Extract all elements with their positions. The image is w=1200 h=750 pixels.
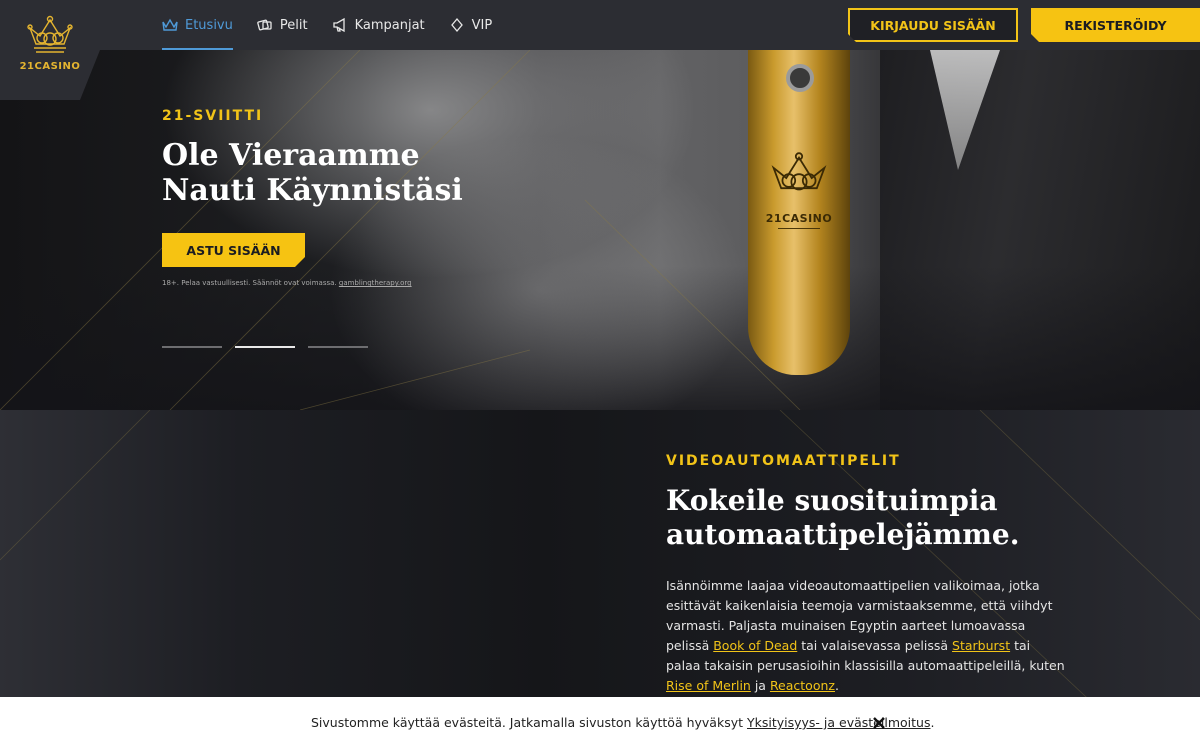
register-button[interactable]: REKISTERÖIDY bbox=[1031, 8, 1200, 42]
hero-title: Ole Vieraamme Nauti Käynnistäsi bbox=[162, 138, 582, 208]
nav-item-etusivu[interactable]: Etusivu bbox=[162, 0, 233, 50]
cookie-banner: Sivustomme käyttää evästeitä. Jatkamalla… bbox=[0, 697, 1200, 750]
logo-text: 21CASINO bbox=[19, 61, 81, 72]
section-kicker: VIDEOAUTOMAATTIPELIT bbox=[666, 453, 901, 469]
slide-indicator-3[interactable] bbox=[308, 346, 368, 348]
nav-label: Pelit bbox=[279, 17, 308, 33]
privacy-notice-link[interactable]: Yksityisyys- ja evästeilmoitus bbox=[747, 715, 930, 730]
section-body: Isännöimme laajaa videoautomaattipelien … bbox=[666, 578, 1065, 693]
disclaimer-text: 18+. Pelaa vastuullisesti. Säännöt ovat … bbox=[162, 279, 339, 287]
starburst-link[interactable]: Starburst bbox=[952, 638, 1010, 653]
section-title-line: Kokeile suosituimpia bbox=[666, 484, 998, 517]
nav-label: Etusivu bbox=[185, 17, 233, 33]
crown-logo-icon bbox=[27, 15, 73, 53]
slide-indicators bbox=[162, 346, 381, 348]
nav-item-vip[interactable]: VIP bbox=[449, 0, 493, 50]
nav-label: Kampanjat bbox=[354, 17, 425, 33]
section-title: Kokeile suosituimpia automaattipelejämme… bbox=[666, 484, 1086, 552]
enter-button[interactable]: ASTU SISÄÄN bbox=[162, 233, 305, 267]
reactoonz-link[interactable]: Reactoonz bbox=[770, 678, 835, 693]
nav-label: VIP bbox=[471, 17, 493, 33]
megaphone-icon bbox=[332, 17, 345, 33]
close-icon[interactable] bbox=[871, 715, 887, 731]
crown-icon bbox=[162, 18, 178, 31]
section-title-line: automaattipelejämme. bbox=[666, 518, 1020, 551]
rise-of-merlin-link[interactable]: Rise of Merlin bbox=[666, 678, 751, 693]
cards-icon bbox=[257, 19, 272, 31]
nav-item-pelit[interactable]: Pelit bbox=[257, 0, 308, 50]
hero-banner: 21CASINO 21-SVIITTI Ole Vieraamme Nauti … bbox=[0, 50, 1200, 410]
hero-title-line: Nauti Käynnistäsi bbox=[162, 173, 463, 208]
book-of-dead-link[interactable]: Book of Dead bbox=[713, 638, 797, 653]
logo[interactable]: 21CASINO bbox=[0, 0, 100, 100]
nav-item-kampanjat[interactable]: Kampanjat bbox=[332, 0, 425, 50]
slide-indicator-1[interactable] bbox=[162, 346, 222, 348]
cookie-text: Sivustomme käyttää evästeitä. Jatkamalla… bbox=[311, 715, 935, 730]
decorative-lines bbox=[0, 50, 801, 410]
top-header: Etusivu Pelit Kampanjat VIP KIRJAUDU SIS… bbox=[0, 0, 1200, 50]
hero-title-line: Ole Vieraamme bbox=[162, 138, 420, 173]
diamond-icon bbox=[450, 17, 463, 33]
hero-kicker: 21-SVIITTI bbox=[162, 108, 264, 124]
slide-indicator-2[interactable] bbox=[235, 346, 295, 348]
gamblingtherapy-link[interactable]: gamblingtherapy.org bbox=[339, 279, 412, 287]
main-nav: Etusivu Pelit Kampanjat VIP bbox=[162, 0, 516, 50]
login-button[interactable]: KIRJAUDU SISÄÄN bbox=[848, 8, 1018, 42]
responsible-gambling-disclaimer: 18+. Pelaa vastuullisesti. Säännöt ovat … bbox=[162, 279, 412, 287]
